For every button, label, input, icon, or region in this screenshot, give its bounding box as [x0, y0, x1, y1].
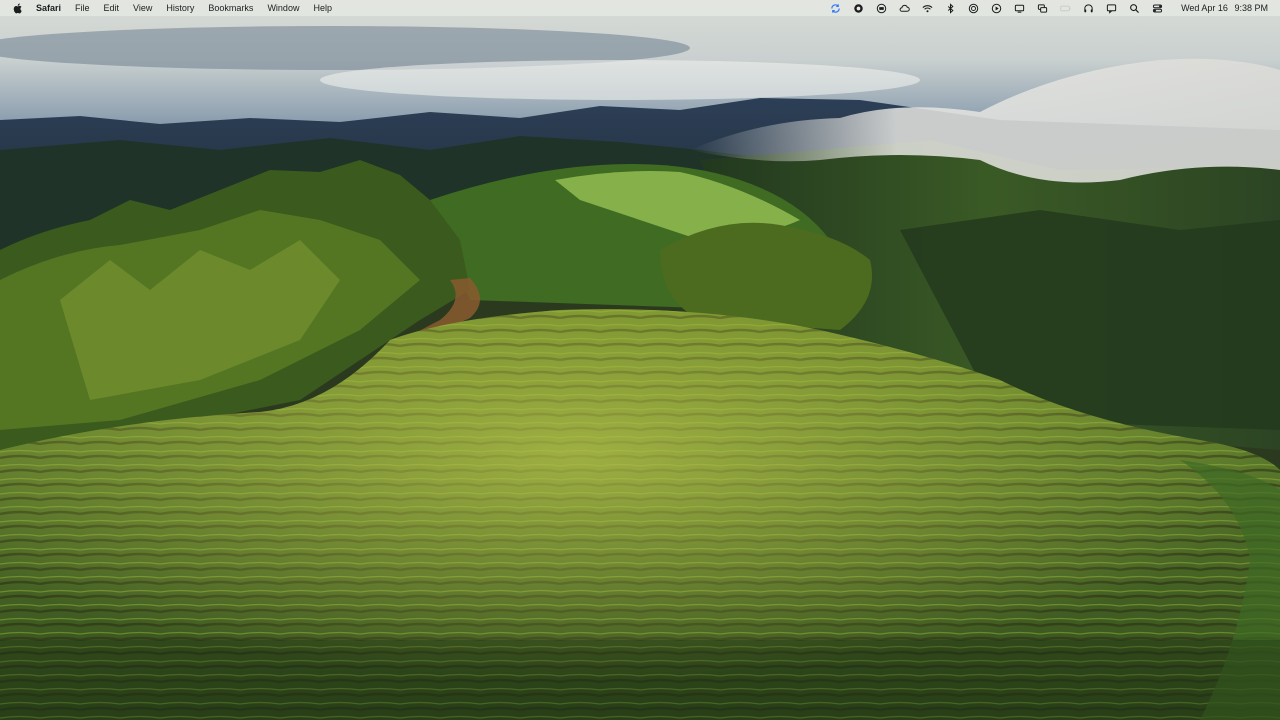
cloud-icon[interactable]	[899, 3, 910, 14]
sync-icon[interactable]	[830, 3, 841, 14]
bluetooth-icon[interactable]	[945, 2, 956, 14]
play-icon[interactable]	[991, 3, 1002, 14]
menu-help[interactable]: Help	[313, 0, 332, 16]
clock-time: 9:38 PM	[1234, 3, 1268, 13]
desktop-wallpaper	[0, 0, 1280, 720]
menu-bar-status-area: Wed Apr 16 9:38 PM	[818, 0, 1280, 16]
menu-file[interactable]: File	[75, 0, 90, 16]
menu-history[interactable]: History	[166, 0, 194, 16]
menu-bar-left: Safari File Edit View History Bookmarks …	[0, 0, 346, 16]
menu-bar-clock[interactable]: Wed Apr 16 9:38 PM	[1177, 0, 1268, 16]
apple-logo-icon[interactable]	[12, 2, 22, 14]
display-icon[interactable]	[1014, 3, 1025, 14]
menu-bar: Safari File Edit View History Bookmarks …	[0, 0, 1280, 16]
record-icon[interactable]	[876, 3, 887, 14]
battery-icon[interactable]	[1060, 3, 1071, 14]
menu-window[interactable]: Window	[267, 0, 299, 16]
wifi-icon[interactable]	[922, 3, 933, 14]
control-center-icon[interactable]	[1152, 3, 1163, 14]
clock-date: Wed Apr 16	[1181, 3, 1228, 13]
screen-mirroring-icon[interactable]	[1037, 3, 1048, 14]
menu-edit[interactable]: Edit	[104, 0, 120, 16]
menu-bookmarks[interactable]: Bookmarks	[208, 0, 253, 16]
search-icon[interactable]	[1129, 3, 1140, 14]
app-menu-safari[interactable]: Safari	[36, 0, 61, 16]
message-icon[interactable]	[1106, 3, 1117, 14]
headphones-icon[interactable]	[1083, 3, 1094, 14]
browser-icon[interactable]	[853, 3, 864, 14]
desktop: Safari File Edit View History Bookmarks …	[0, 0, 1280, 720]
airdrop-icon[interactable]	[968, 3, 979, 14]
menu-view[interactable]: View	[133, 0, 152, 16]
